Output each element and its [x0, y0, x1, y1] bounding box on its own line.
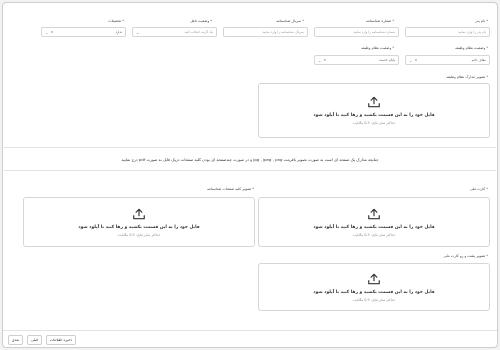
national-card-both-sides-label: *تصویر پشت و رو کارت ملی: [443, 254, 488, 258]
dropzone-title: فایل خود را به این قسمت بکشید و رها کنید…: [313, 224, 435, 230]
education-select[interactable]: ندارد × ⌄: [41, 27, 126, 37]
clear-icon[interactable]: ×: [323, 58, 326, 62]
upload-icon: [368, 273, 380, 284]
national-card-both-sides-dropzone[interactable]: فایل خود را به این قسمت بکشید و رها کنید…: [258, 263, 490, 311]
birth-cert-number-input[interactable]: شماره شناسنامه را وارد نمایید: [314, 27, 399, 37]
military-status-select[interactable]: معاف دائم × ⌄: [405, 55, 490, 65]
next-button[interactable]: بعدی: [8, 335, 23, 345]
dropzone-title: فایل خود را به این قسمت بکشید و رها کنید…: [313, 289, 435, 295]
clear-icon[interactable]: ×: [414, 58, 417, 62]
military-status-label: *وضعیت نظام وظیفه: [455, 46, 488, 50]
form-footer: بعدی قبلی ذخیره اطلاعات: [3, 330, 497, 347]
father-name-input[interactable]: نام پدر را وارد نمایید: [405, 27, 490, 37]
education-label: *تحصیلات: [108, 19, 124, 23]
upload-icon: [133, 208, 145, 219]
dropzone-title: فایل خود را به این قسمت بکشید و رها کنید…: [313, 113, 435, 118]
chevron-down-icon: ⌄: [318, 57, 322, 63]
prev-button[interactable]: قبلی: [27, 335, 42, 345]
birth-cert-serial-input[interactable]: سریال شناسنامه را وارد نمایید: [223, 27, 308, 37]
national-card-dropzone[interactable]: فایل خود را به این قسمت بکشید و رها کنید…: [258, 197, 490, 247]
military-docs-label: *تصویر مدارک نظام وظیفه: [446, 75, 488, 79]
dropzone-subtitle: حداکثر سایز فایل: 0.5 مگابایت: [117, 232, 161, 237]
marital-status-label: *وضعیت تاهل: [190, 19, 212, 23]
dropzone-subtitle: حداکثر سایز فایل: 0.5 مگابایت: [352, 121, 396, 125]
chevron-down-icon: ⌄: [45, 29, 49, 35]
upload-icon: [368, 208, 380, 219]
dropzone-title: فایل خود را به این قسمت بکشید و رها کنید…: [78, 224, 200, 230]
dropzone-subtitle: حداکثر سایز فایل: 0.5 مگابایت: [352, 232, 396, 237]
birth-cert-pages-dropzone[interactable]: فایل خود را به این قسمت بکشید و رها کنید…: [23, 197, 255, 247]
father-name-label: *نام پدر: [475, 19, 488, 23]
chevron-down-icon: ⌄: [409, 57, 413, 63]
save-button[interactable]: ذخیره اطلاعات: [46, 335, 76, 345]
birth-cert-number-label: *شماره شناسنامه: [366, 19, 394, 23]
birth-cert-pages-label: *تصویر کلیه صفحات شناسنامه: [207, 187, 254, 191]
national-card-label: *کارت ملی: [470, 187, 488, 191]
military-status-select-2[interactable]: پایان خدمت × ⌄: [314, 55, 399, 65]
military-docs-dropzone[interactable]: فایل خود را به این قسمت بکشید و رها کنید…: [258, 83, 490, 138]
chevron-down-icon: ⌄: [136, 29, 140, 35]
birth-cert-serial-label: *سریال شناسنامه: [276, 19, 304, 23]
military-status-label-2: *وضعیت نظام وظیفه: [361, 46, 394, 50]
upload-icon: [368, 96, 380, 108]
file-format-note: چنانچه مدارک یک صفحه ای است به صورت تصوی…: [4, 147, 496, 171]
dropzone-subtitle: حداکثر سایز فایل: 0.5 مگابایت: [352, 297, 396, 302]
marital-status-select[interactable]: یک گزینه انتخاب کنید ⌄: [132, 27, 217, 37]
clear-icon[interactable]: ×: [50, 30, 53, 34]
